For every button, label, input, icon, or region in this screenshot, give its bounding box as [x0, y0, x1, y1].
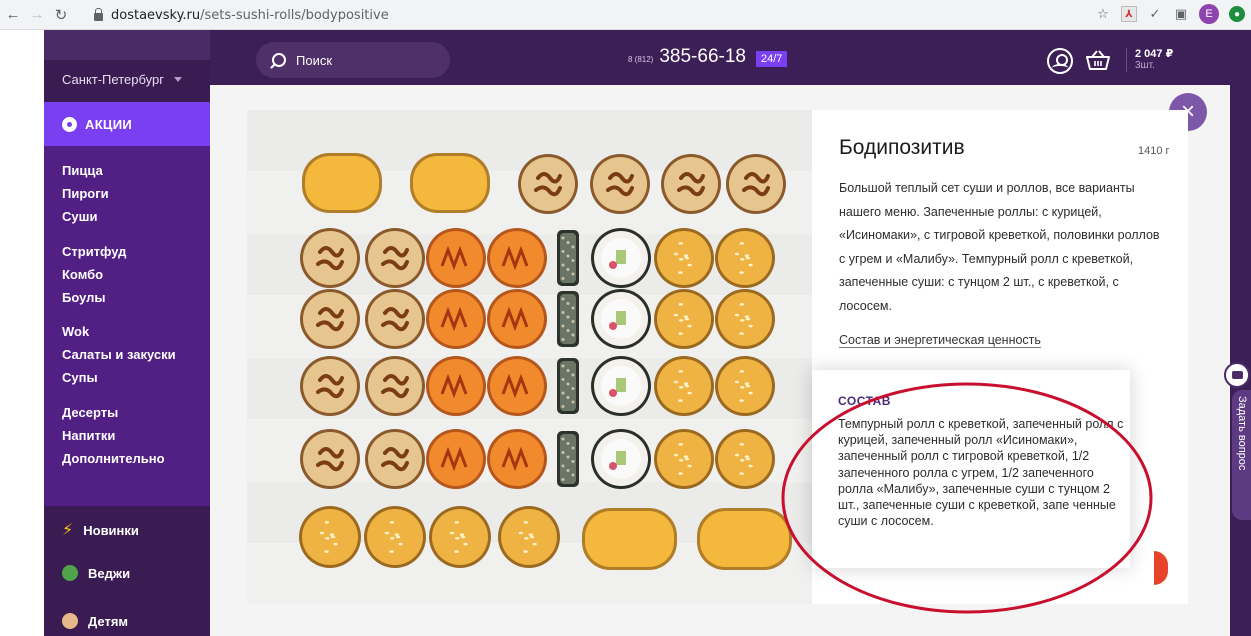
kids-label: Детям [88, 613, 129, 629]
lightning-icon: ⚡ [62, 522, 74, 539]
address-bar[interactable]: dostaevsky.ru/sets-sushi-rolls/bodyposit… [94, 4, 1094, 26]
sidebar-item-kids[interactable]: Детям [62, 613, 128, 629]
cart-summary[interactable]: 2 047 ₽ 3шт. [1126, 48, 1173, 72]
url-path: /sets-sushi-rolls/bodypositive [200, 7, 389, 23]
sidebar-item-streetfood[interactable]: Стритфуд [62, 244, 126, 259]
extension-icon[interactable]: ✓ [1147, 6, 1163, 22]
new-label: Новинки [83, 522, 139, 538]
chevron-down-icon [173, 77, 182, 82]
pocket-extension-icon[interactable]: ▣ [1173, 6, 1189, 22]
pdf-extension-icon[interactable]: ⅄ [1121, 6, 1137, 22]
page-left-gutter [0, 30, 44, 636]
product-weight: 1410 г [1138, 145, 1170, 157]
city-selector[interactable]: Санкт-Петербург [62, 72, 182, 87]
sidebar-item-new[interactable]: ⚡ Новинки [62, 520, 139, 540]
phone-prefix: 8 (812) [628, 55, 654, 64]
city-label: Санкт-Петербург [62, 72, 164, 87]
broccoli-icon [62, 565, 78, 581]
composition-tooltip: СОСТАВ Темпурный ролл с креветкой, запеч… [812, 370, 1130, 568]
url-domain: dostaevsky.ru [111, 7, 201, 23]
sidebar-item-promo[interactable]: АКЦИИ [44, 102, 210, 146]
sushi-set-image [247, 110, 812, 604]
sidebar-item-desserts[interactable]: Десерты [62, 405, 118, 420]
sidebar-item-extra[interactable]: Дополнительно [62, 451, 165, 466]
phone-number[interactable]: 385-66-18 [659, 46, 746, 68]
sidebar: Санкт-Петербург АКЦИИ Пицца Пироги Суши … [44, 30, 210, 636]
product-description: Большой теплый сет суши и роллов, все ва… [839, 181, 1160, 313]
lock-icon [94, 7, 103, 21]
browser-toolbar: ← → ↻ dostaevsky.ru/sets-sushi-rolls/bod… [0, 0, 1251, 30]
sidebar-item-veggie[interactable]: Веджи [62, 565, 130, 581]
search-input[interactable]: Поиск [256, 42, 450, 78]
sidebar-item-wok[interactable]: Wok [62, 324, 89, 339]
sidebar-top-band [44, 30, 210, 60]
extensions: ☆ ⅄ ✓ ▣ E ● [1095, 4, 1251, 24]
sidebar-item-pizza[interactable]: Пицца [62, 163, 103, 178]
sidebar-item-sushi[interactable]: Суши [62, 209, 97, 224]
sidebar-item-combo[interactable]: Комбо [62, 267, 103, 282]
back-icon[interactable]: ← [2, 4, 24, 26]
product-title: Бодипозитив [839, 136, 965, 159]
tooltip-title: СОСТАВ [838, 394, 891, 408]
ask-question-tab[interactable]: Задать вопрос [1232, 390, 1251, 520]
profile-avatar[interactable]: E [1199, 4, 1219, 24]
user-icon[interactable] [1047, 48, 1073, 74]
ask-question-label: Задать вопрос [1236, 396, 1248, 471]
sidebar-item-drinks[interactable]: Напитки [62, 428, 115, 443]
sidebar-item-bowls[interactable]: Боулы [62, 290, 106, 305]
composition-link[interactable]: Состав и энергетическая ценность [839, 333, 1041, 348]
hours-badge: 24/7 [755, 51, 788, 67]
cart-count: 3шт. [1135, 60, 1155, 71]
kid-face-icon [62, 613, 78, 629]
menu-panel: Пицца Пироги Суши Стритфуд Комбо Боулы W… [44, 146, 210, 506]
badge-icon [62, 116, 77, 132]
veggie-label: Веджи [88, 565, 131, 581]
sidebar-item-soups[interactable]: Супы [62, 370, 98, 385]
promo-label: АКЦИИ [85, 116, 133, 132]
basket-icon[interactable] [1086, 50, 1110, 70]
cart-sum: 2 047 ₽ [1135, 48, 1174, 60]
star-icon[interactable]: ☆ [1095, 6, 1111, 22]
tooltip-text: Темпурный ролл с креветкой, запеченный р… [838, 417, 1124, 529]
product-photo [247, 110, 812, 604]
sidebar-item-salads[interactable]: Салаты и закуски [62, 347, 176, 362]
phone-block[interactable]: 8 (812) 385-66-18 24/7 [628, 46, 788, 68]
forward-icon[interactable]: → [26, 4, 48, 26]
search-placeholder: Поиск [296, 52, 333, 68]
sidebar-item-pies[interactable]: Пироги [62, 186, 109, 201]
chat-icon[interactable] [1224, 362, 1250, 388]
reload-icon[interactable]: ↻ [50, 4, 72, 26]
search-icon [272, 53, 286, 67]
green-extension-icon[interactable]: ● [1229, 6, 1245, 22]
